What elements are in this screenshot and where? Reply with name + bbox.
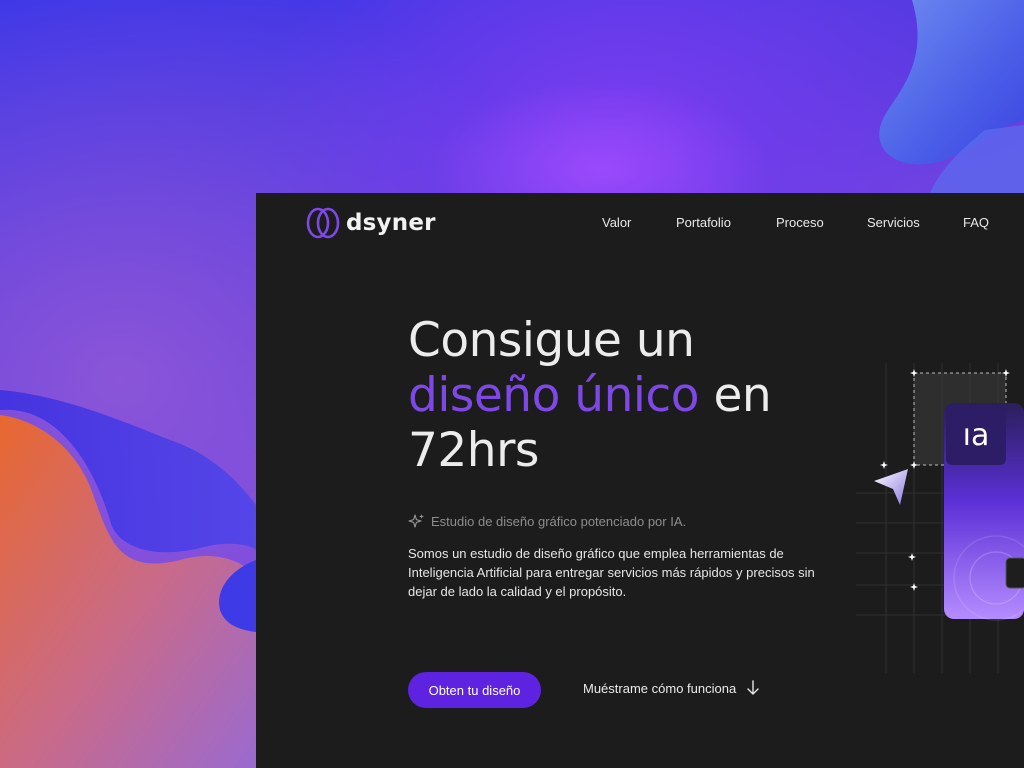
hero-description: Somos un estudio de diseño gráfico que e… bbox=[408, 546, 815, 599]
get-design-button[interactable]: Obten tu diseño bbox=[408, 672, 541, 708]
sparkle-icon bbox=[408, 514, 424, 528]
arrow-down-icon bbox=[747, 680, 759, 695]
how-it-works-link[interactable]: Muéstrame cómo funciona bbox=[583, 680, 760, 696]
nav-item-portafolio[interactable]: Portafolio bbox=[676, 215, 731, 230]
nav-item-proceso[interactable]: Proceso bbox=[776, 215, 824, 230]
nav-item-servicios[interactable]: Servicios bbox=[867, 215, 920, 230]
hero-title-after-accent: en bbox=[699, 368, 772, 423]
ai-illustration: ıa bbox=[856, 363, 1024, 673]
nav-item-valor[interactable]: Valor bbox=[602, 215, 631, 230]
hero-title-line3: 72hrs bbox=[408, 423, 539, 478]
ai-badge-text: ıa bbox=[963, 418, 990, 453]
tagline-text: Estudio de diseño gráfico potenciado por… bbox=[431, 514, 687, 529]
how-it-works-label: Muéstrame cómo funciona bbox=[583, 680, 737, 696]
nav-links: Valor Portafolio Proceso Servicios FAQ bbox=[256, 215, 1024, 235]
hero-title-accent: diseño único bbox=[408, 368, 700, 423]
nav-item-faq[interactable]: FAQ bbox=[963, 215, 989, 230]
top-nav: dsyner Valor Portafolio Proceso Servicio… bbox=[256, 193, 1024, 253]
cursor-arrow-icon bbox=[874, 469, 908, 505]
website-window: dsyner Valor Portafolio Proceso Servicio… bbox=[256, 193, 1024, 768]
hero-illustration: ıa bbox=[856, 363, 1024, 673]
hero-tagline: Estudio de diseño gráfico potenciado por… bbox=[408, 513, 686, 530]
hero-title-line1: Consigue un bbox=[408, 313, 695, 368]
hero-title: Consigue un diseño único en 72hrs bbox=[408, 313, 828, 478]
